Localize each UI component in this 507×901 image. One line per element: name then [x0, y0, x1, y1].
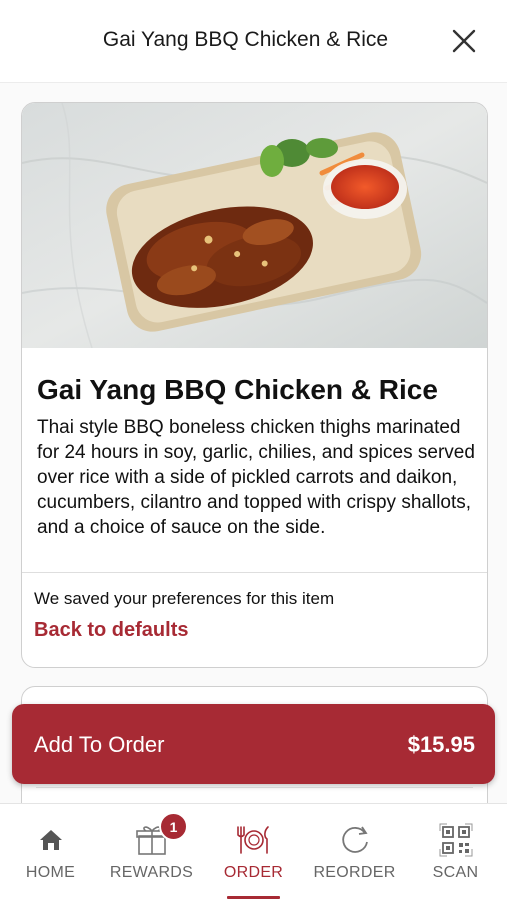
- item-name: Gai Yang BBQ Chicken & Rice: [37, 374, 438, 405]
- nav-label-scan: SCAN: [432, 864, 479, 881]
- nav-item-home[interactable]: HOME: [0, 804, 101, 901]
- divider: [36, 787, 473, 788]
- item-card: Gai Yang BBQ Chicken & Rice Thai style B…: [21, 102, 488, 668]
- close-button[interactable]: [449, 26, 479, 56]
- divider: [22, 572, 487, 573]
- item-photo: [22, 103, 487, 348]
- add-to-order-label: Add To Order: [34, 732, 165, 757]
- order-price: $15.95: [407, 732, 475, 757]
- rewards-badge: 1: [159, 812, 188, 841]
- nav-label-home: HOME: [25, 864, 76, 881]
- back-to-defaults-link[interactable]: Back to defaults: [34, 619, 188, 642]
- nav-item-rewards[interactable]: 1 REWARDS: [101, 804, 202, 901]
- qr-code-icon: [439, 823, 472, 857]
- nav-label-order: ORDER: [223, 864, 284, 881]
- header: Gai Yang BBQ Chicken & Rice: [0, 0, 507, 83]
- nav-item-scan[interactable]: SCAN: [405, 804, 506, 901]
- reorder-icon: [341, 826, 368, 853]
- nav-label-rewards: REWARDS: [109, 864, 194, 881]
- active-tab-indicator: [227, 896, 280, 899]
- nav-label-reorder: REORDER: [313, 864, 396, 881]
- bottom-nav: HOME 1 REWARDS ORDER REORDER SCAN: [0, 803, 507, 901]
- nav-item-reorder[interactable]: REORDER: [304, 804, 405, 901]
- add-to-order-button[interactable]: Add To Order $15.95: [12, 704, 495, 784]
- nav-item-order[interactable]: ORDER: [203, 804, 304, 901]
- item-detail-content[interactable]: Gai Yang BBQ Chicken & Rice Thai style B…: [0, 83, 507, 803]
- preferences-note: We saved your preferences for this item: [34, 589, 335, 608]
- utensils-icon: [236, 826, 269, 854]
- home-icon: [39, 830, 62, 850]
- page-title: Gai Yang BBQ Chicken & Rice: [102, 28, 389, 51]
- close-icon: [452, 29, 476, 53]
- item-description: Thai style BBQ boneless chicken thighs m…: [37, 417, 475, 538]
